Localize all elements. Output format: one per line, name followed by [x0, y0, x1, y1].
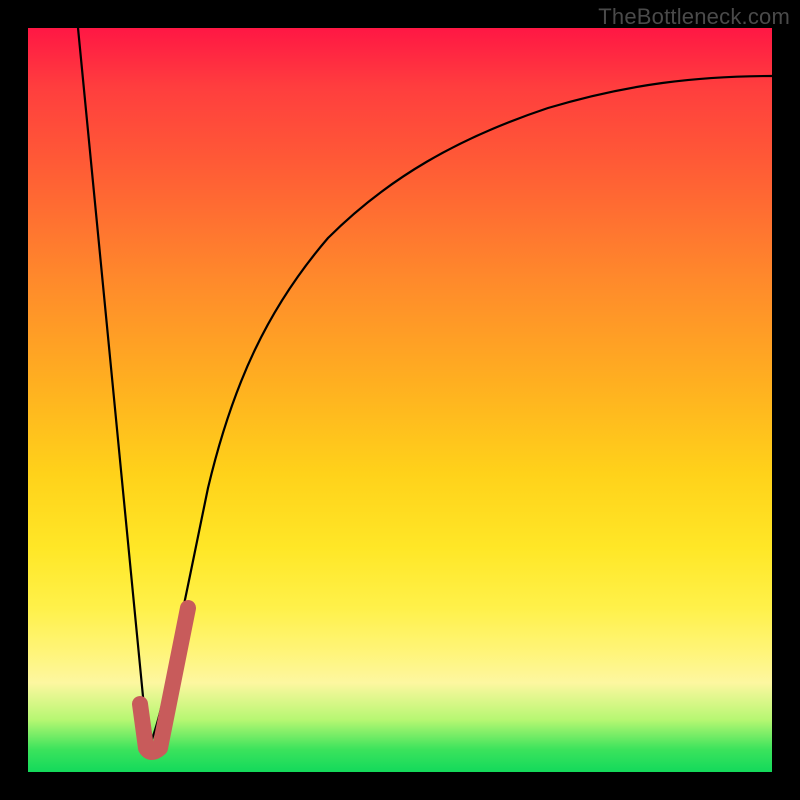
- chart-frame: TheBottleneck.com: [0, 0, 800, 800]
- plot-area: [28, 28, 772, 772]
- watermark-text: TheBottleneck.com: [598, 4, 790, 30]
- curve-layer: [28, 28, 772, 772]
- accent-marker: [140, 608, 188, 752]
